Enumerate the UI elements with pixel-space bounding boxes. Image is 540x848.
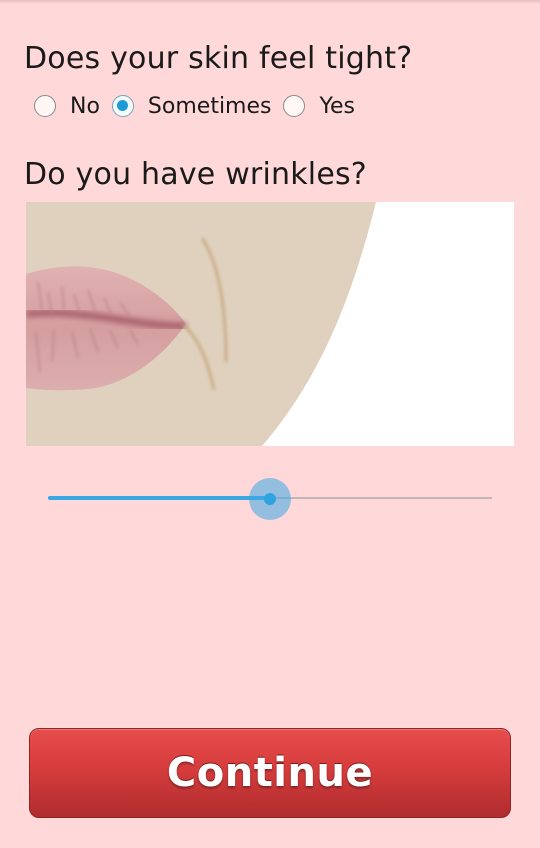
radio-label-sometimes: Sometimes xyxy=(147,93,272,119)
question-skin-tight: Does your skin feel tight? xyxy=(24,41,413,76)
radio-label-no: No xyxy=(70,93,100,119)
question-wrinkles: Do you have wrinkles? xyxy=(24,157,367,192)
slider-fill xyxy=(48,496,270,500)
continue-label: Continue xyxy=(166,750,374,796)
top-shadow xyxy=(0,0,540,4)
radio-button-sometimes[interactable] xyxy=(111,95,134,117)
radio-label-yes: Yes xyxy=(319,93,355,119)
wrinkles-slider[interactable] xyxy=(48,478,492,520)
radio-option-yes[interactable]: Yes xyxy=(283,94,355,119)
radio-option-no[interactable]: No xyxy=(34,94,100,119)
continue-button[interactable]: Continue xyxy=(29,728,511,818)
slider-thumb[interactable] xyxy=(249,478,291,520)
radio-option-sometimes[interactable]: Sometimes xyxy=(111,93,272,119)
radio-button-no[interactable] xyxy=(34,95,56,117)
radio-button-yes[interactable] xyxy=(283,95,306,117)
wrinkles-illustration xyxy=(26,202,514,446)
skin-tight-radio-group: No Sometimes Yes xyxy=(34,91,367,121)
